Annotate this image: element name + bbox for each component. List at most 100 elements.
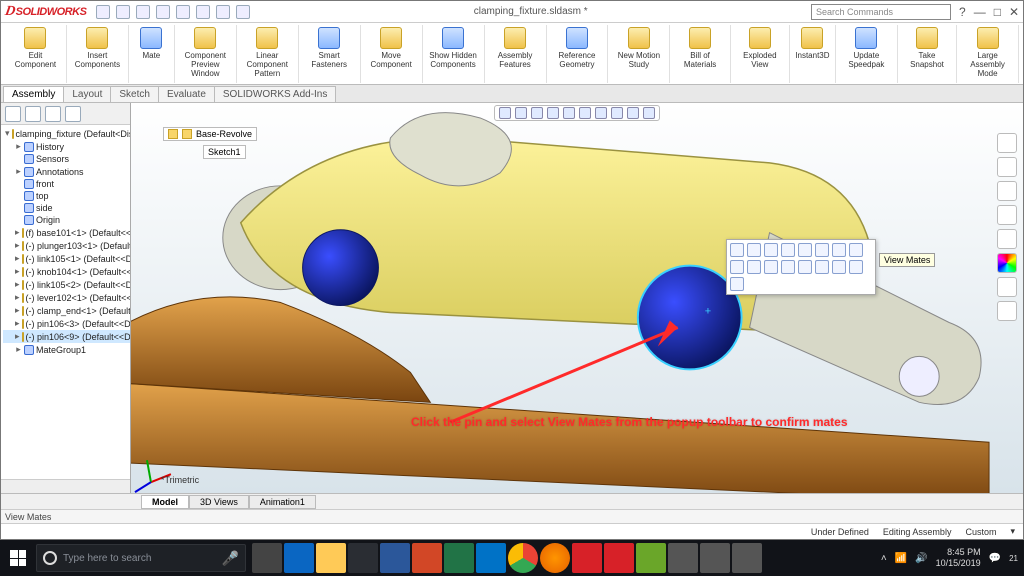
ribbon-mate[interactable]: Mate [129, 25, 175, 83]
ribbon-take-snapshot[interactable]: Take Snapshot [898, 25, 957, 83]
ctx-edit-part-icon[interactable] [730, 243, 744, 257]
excel-icon[interactable] [444, 543, 474, 573]
ctx-isolate-icon[interactable] [798, 243, 812, 257]
fm-tab-property-icon[interactable] [25, 106, 41, 122]
chrome-icon[interactable] [508, 543, 538, 573]
mic-icon[interactable]: 🎤 [222, 550, 239, 567]
status-arrow-icon[interactable]: ▾ [1010, 526, 1015, 537]
tab-assembly[interactable]: Assembly [3, 86, 64, 102]
btab-animation[interactable]: Animation1 [249, 495, 316, 509]
start-button[interactable] [0, 540, 36, 576]
taskpane-view-palette-icon[interactable] [997, 229, 1017, 249]
tree-origin[interactable]: Origin [3, 214, 130, 226]
word-icon[interactable] [380, 543, 410, 573]
ribbon-move-component[interactable]: Move Component [361, 25, 423, 83]
ctx-configure-icon[interactable] [815, 243, 829, 257]
ribbon-new-motion-study[interactable]: New Motion Study [608, 25, 670, 83]
tree-comp-8-selected[interactable]: ▸(-) pin106<9> (Default<<Default> [3, 330, 130, 343]
tree-plane-front[interactable]: front [3, 178, 130, 190]
ribbon-instant3d[interactable]: Instant3D [790, 25, 836, 83]
maximize-button[interactable]: □ [994, 5, 1001, 19]
ctx-more-icon[interactable] [730, 277, 744, 291]
tree-comp-6[interactable]: ▸(-) clamp_end<1> (Default<<Default> [3, 304, 130, 317]
taskbar-clock[interactable]: 8:45 PM 10/15/2019 [936, 547, 981, 569]
close-button[interactable]: ✕ [1009, 5, 1019, 19]
ribbon-edit-component[interactable]: Edit Component [5, 25, 67, 83]
qat-save-icon[interactable] [136, 5, 150, 19]
ctx-fix-icon[interactable] [849, 243, 863, 257]
tab-addins[interactable]: SOLIDWORKS Add-Ins [214, 86, 336, 102]
taskpane-forum-icon[interactable] [997, 301, 1017, 321]
ribbon-linear-pattern[interactable]: Linear Component Pattern [237, 25, 299, 83]
taskpane-explorer-icon[interactable] [997, 205, 1017, 225]
qat-rebuild-icon[interactable] [216, 5, 230, 19]
btab-model[interactable]: Model [141, 495, 189, 509]
fm-tab-display-icon[interactable] [65, 106, 81, 122]
tree-comp-1[interactable]: ▸(-) plunger103<1> (Default<<Default> [3, 239, 130, 252]
tab-sketch[interactable]: Sketch [110, 86, 159, 102]
ribbon-show-hidden[interactable]: Show Hidden Components [423, 25, 485, 83]
ribbon-component-preview[interactable]: Component Preview Window [175, 25, 237, 83]
graphics-viewport[interactable]: Base-Revolve Sketch1 [131, 103, 1023, 493]
tab-layout[interactable]: Layout [63, 86, 111, 102]
tray-network-icon[interactable]: 📶 [895, 553, 907, 564]
app1-taskbar-icon[interactable] [668, 543, 698, 573]
tree-scrollbar[interactable] [1, 479, 130, 493]
status-units[interactable]: Custom [965, 527, 996, 537]
taskpane-home-icon[interactable] [997, 133, 1017, 153]
qat-undo-icon[interactable] [176, 5, 190, 19]
qat-print-icon[interactable] [156, 5, 170, 19]
tree-plane-side[interactable]: side [3, 202, 130, 214]
solidworks2-taskbar-icon[interactable] [604, 543, 634, 573]
qat-select-icon[interactable] [196, 5, 210, 19]
notifications-icon[interactable]: 💬 [989, 553, 1001, 564]
minimize-button[interactable]: — [974, 5, 986, 19]
ctx-delete-icon[interactable] [781, 260, 795, 274]
ctx-move-icon[interactable] [764, 260, 778, 274]
ribbon-smart-fasteners[interactable]: Smart Fasteners [299, 25, 361, 83]
ctx-suppress-icon[interactable] [832, 243, 846, 257]
ribbon-bom[interactable]: Bill of Materials [670, 25, 730, 83]
qat-open-icon[interactable] [116, 5, 130, 19]
tree-comp-5[interactable]: ▸(-) lever102<1> (Default<<Default> [3, 291, 130, 304]
app3-taskbar-icon[interactable] [732, 543, 762, 573]
search-commands-input[interactable]: Search Commands [811, 4, 951, 20]
tray-volume-icon[interactable]: 🔊 [915, 553, 927, 564]
tree-comp-3[interactable]: ▸(-) knob104<1> (Default<<Default> [3, 265, 130, 278]
help-icon[interactable]: ? [959, 5, 966, 19]
camtasia-taskbar-icon[interactable] [636, 543, 666, 573]
taskbar-search-input[interactable]: Type here to search 🎤 [36, 544, 246, 572]
ctx-normal-icon[interactable] [849, 260, 863, 274]
solidworks-taskbar-icon[interactable] [572, 543, 602, 573]
taskpane-resources-icon[interactable] [997, 157, 1017, 177]
tree-history[interactable]: ▸History [3, 140, 130, 153]
store-icon[interactable] [348, 543, 378, 573]
task-view-icon[interactable] [252, 543, 282, 573]
ctx-transparency-icon[interactable] [781, 243, 795, 257]
firefox-icon[interactable] [540, 543, 570, 573]
ctx-zoom-icon[interactable] [832, 260, 846, 274]
ribbon-exploded-view[interactable]: Exploded View [731, 25, 790, 83]
ctx-mate-icon[interactable] [747, 260, 761, 274]
taskpane-properties-icon[interactable] [997, 277, 1017, 297]
ctx-appearance-icon[interactable] [798, 260, 812, 274]
tree-plane-top[interactable]: top [3, 190, 130, 202]
tree-mategroup[interactable]: ▸MateGroup1 [3, 343, 130, 356]
tab-evaluate[interactable]: Evaluate [158, 86, 215, 102]
fm-tab-tree-icon[interactable] [5, 106, 21, 122]
qat-new-icon[interactable] [96, 5, 110, 19]
tree-comp-4[interactable]: ▸(-) link105<2> (Default<<Default> [3, 278, 130, 291]
tree-comp-0[interactable]: ▸(f) base101<1> (Default<<Default> [3, 226, 130, 239]
tree-annotations[interactable]: ▸Annotations [3, 165, 130, 178]
feature-tree[interactable]: ▾clamping_fixture (Default<Display State… [1, 125, 130, 479]
tray-chevron-icon[interactable]: ˄ [881, 553, 887, 564]
taskpane-library-icon[interactable] [997, 181, 1017, 201]
tree-root[interactable]: ▾clamping_fixture (Default<Display State… [3, 127, 130, 140]
tree-comp-7[interactable]: ▸(-) pin106<3> (Default<<Default> [3, 317, 130, 330]
ctx-copy-icon[interactable] [730, 260, 744, 274]
explorer-icon[interactable] [316, 543, 346, 573]
ribbon-update-speedpak[interactable]: Update Speedpak [836, 25, 898, 83]
powerpoint-icon[interactable] [412, 543, 442, 573]
app2-taskbar-icon[interactable] [700, 543, 730, 573]
taskpane-appearances-icon[interactable] [997, 253, 1017, 273]
